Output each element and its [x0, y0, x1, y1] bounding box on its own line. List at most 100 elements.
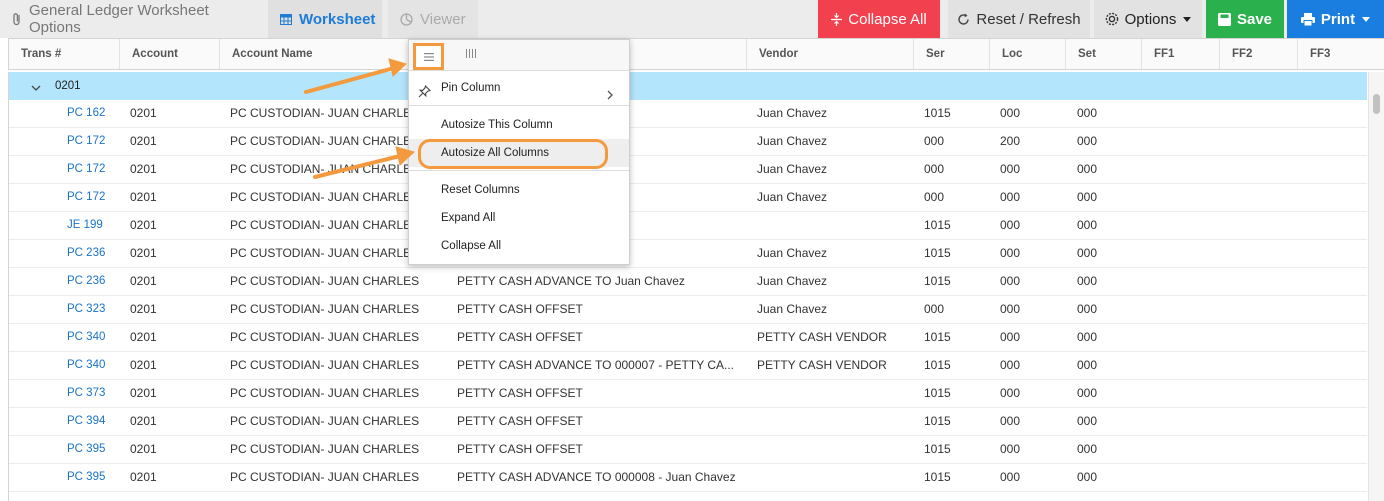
table-row[interactable]: PC 373 0201 PC CUSTODIAN- JUAN CHARLES PETT…	[9, 380, 1367, 408]
cell-account: 0201	[130, 134, 157, 148]
table-row[interactable]: PC 340 0201 PC CUSTODIAN- JUAN CHARLES PETT…	[9, 352, 1367, 380]
menu-item-expand-all[interactable]: Expand All	[409, 204, 629, 232]
menu-item-collapse-all[interactable]: Collapse All	[409, 232, 629, 260]
cell-trans[interactable]: PC 395	[67, 436, 115, 463]
cell-ser: 1015	[924, 274, 951, 288]
table-row[interactable]: JE 199 0201 PC CUSTODIAN- JUAN CHARLES 1015…	[9, 212, 1367, 240]
cell-vendor	[757, 212, 907, 239]
cell-trans[interactable]: PC 172	[67, 156, 115, 183]
cell-trans[interactable]: PC 340	[67, 324, 115, 351]
table-icon	[280, 13, 292, 25]
table-row[interactable]: PC 323 0201 PC CUSTODIAN- JUAN CHARLES PETT…	[9, 296, 1367, 324]
cell-ser: 000	[924, 134, 945, 148]
print-dropdown-button[interactable]: Print	[1287, 0, 1384, 38]
cell-loc: 000	[1000, 246, 1021, 260]
cell-trans[interactable]: PC 373	[67, 380, 115, 407]
cell-loc: 000	[1000, 274, 1021, 288]
cell-trans[interactable]: PC 340	[67, 352, 115, 379]
cell-trans[interactable]: JE 199	[67, 212, 115, 239]
cell-trans[interactable]: PC 395	[67, 464, 115, 491]
print-label: Print	[1320, 10, 1356, 28]
chevron-down-icon	[1362, 16, 1371, 22]
cell-account-name: PC CUSTODIAN- JUAN CHARLES	[230, 162, 420, 176]
cell-ser: 1015	[924, 470, 951, 484]
refresh-icon	[957, 13, 970, 26]
column-header-loc[interactable]: Loc	[989, 39, 1065, 69]
cell-ser: 000	[924, 190, 945, 204]
reset-refresh-button[interactable]: Reset / Refresh	[948, 0, 1090, 38]
gear-icon	[1105, 12, 1119, 26]
table-row[interactable]: PC 162 0201 PC CUSTODIAN- JUAN CHARLES Juan…	[9, 100, 1367, 128]
cell-set: 000	[1077, 442, 1098, 456]
table-row[interactable]: PC 236 0201 PC CUSTODIAN- JUAN CHARLES Juan…	[9, 240, 1367, 268]
cell-trans[interactable]: PC 323	[67, 296, 115, 323]
menu-item-reset-columns[interactable]: Reset Columns	[409, 176, 629, 204]
column-menu: Pin Column Autosize This Column Autosize…	[408, 39, 630, 265]
table-row[interactable]: PC 395 0201 PC CUSTODIAN- JUAN CHARLES PETT…	[9, 436, 1367, 464]
cell-trans[interactable]: PC 172	[67, 184, 115, 211]
collapse-all-button[interactable]: Collapse All	[818, 0, 940, 38]
cell-trans[interactable]: PC 162	[67, 100, 115, 127]
column-header-ser[interactable]: Ser	[913, 39, 989, 69]
tab-viewer[interactable]: Viewer	[388, 0, 478, 38]
menu-separator	[409, 170, 629, 171]
options-dropdown-button[interactable]: Options	[1094, 0, 1202, 38]
table-row[interactable]: PC 340 0201 PC CUSTODIAN- JUAN CHARLES PETT…	[9, 324, 1367, 352]
cell-account: 0201	[130, 106, 157, 120]
vertical-scrollbar[interactable]	[1368, 72, 1384, 501]
cell-account-name: PC CUSTODIAN- JUAN CHARLES	[230, 470, 420, 484]
column-menu-tabs	[409, 40, 629, 71]
cell-account: 0201	[130, 274, 157, 288]
cell-description: PETTY CASH OFFSET	[457, 442, 583, 456]
column-header-ff1[interactable]: FF1	[1141, 39, 1219, 69]
tab-worksheet[interactable]: Worksheet	[268, 0, 382, 38]
tab-general-ledger-worksheet-options[interactable]: General Ledger Worksheet Options	[0, 0, 262, 38]
cell-account-name: PC CUSTODIAN- JUAN CHARLES	[230, 274, 420, 288]
menu-tab-columns[interactable]	[465, 48, 477, 62]
group-row[interactable]: 0201	[9, 72, 1367, 100]
paperclip-icon	[12, 12, 22, 26]
table-row[interactable]: PC 172 0201 PC CUSTODIAN- JUAN CHARLES Juan…	[9, 184, 1367, 212]
menu-item-autosize-this-column[interactable]: Autosize This Column	[409, 111, 629, 139]
cell-account-name: PC CUSTODIAN- JUAN CHARLES	[230, 330, 420, 344]
cell-vendor	[757, 464, 907, 491]
cell-set: 000	[1077, 106, 1098, 120]
table-row[interactable]: PC 395 0201 PC CUSTODIAN- JUAN CHARLES PETT…	[9, 464, 1367, 492]
column-header-vendor[interactable]: Vendor	[746, 39, 913, 69]
chevron-right-icon	[607, 83, 613, 111]
save-button[interactable]: Save	[1206, 0, 1284, 38]
cell-account-name: PC CUSTODIAN- JUAN CHARLES	[230, 358, 420, 372]
menu-tab-general[interactable]	[413, 43, 444, 70]
table-row[interactable]: PC 236 0201 PC CUSTODIAN- JUAN CHARLES PETT…	[9, 268, 1367, 296]
cell-account: 0201	[130, 358, 157, 372]
cell-loc: 000	[1000, 470, 1021, 484]
cell-loc: 000	[1000, 302, 1021, 316]
cell-account-name: PC CUSTODIAN- JUAN CHARLES	[230, 190, 420, 204]
cell-account: 0201	[130, 162, 157, 176]
menu-item-pin-column[interactable]: Pin Column	[409, 74, 629, 102]
menu-item-autosize-all-columns[interactable]: Autosize All Columns	[409, 139, 629, 167]
cell-trans[interactable]: PC 236	[67, 268, 115, 295]
tab-viewer-label: Viewer	[420, 10, 466, 28]
cell-account: 0201	[130, 246, 157, 260]
save-icon	[1217, 12, 1231, 26]
cell-account-name: PC CUSTODIAN- JUAN CHARLES	[230, 106, 420, 120]
cell-trans[interactable]: PC 394	[67, 408, 115, 435]
column-header-trans[interactable]: Trans #	[9, 39, 119, 69]
table-row[interactable]: PC 172 0201 PC CUSTODIAN- JUAN CHARLES Juan…	[9, 128, 1367, 156]
column-header-set[interactable]: Set	[1065, 39, 1141, 69]
cell-vendor: Juan Chavez	[757, 162, 828, 176]
cell-account-name: PC CUSTODIAN- JUAN CHARLES	[230, 218, 420, 232]
cell-trans[interactable]: PC 172	[67, 128, 115, 155]
column-header-ff3[interactable]: FF3	[1297, 39, 1384, 69]
toolbar: General Ledger Worksheet Options Workshe…	[0, 0, 1384, 38]
table-row[interactable]: PC 394 0201 PC CUSTODIAN- JUAN CHARLES PETT…	[9, 408, 1367, 436]
pie-chart-icon	[400, 12, 413, 26]
cell-trans[interactable]: PC 236	[67, 240, 115, 267]
column-header-account[interactable]: Account	[119, 39, 219, 69]
scrollbar-thumb[interactable]	[1373, 94, 1380, 114]
table-row[interactable]: PC 172 0201 PC CUSTODIAN- JUAN CHARLES Juan…	[9, 156, 1367, 184]
chevron-down-icon[interactable]	[31, 81, 41, 95]
column-header-ff2[interactable]: FF2	[1219, 39, 1297, 69]
cell-account: 0201	[130, 190, 157, 204]
